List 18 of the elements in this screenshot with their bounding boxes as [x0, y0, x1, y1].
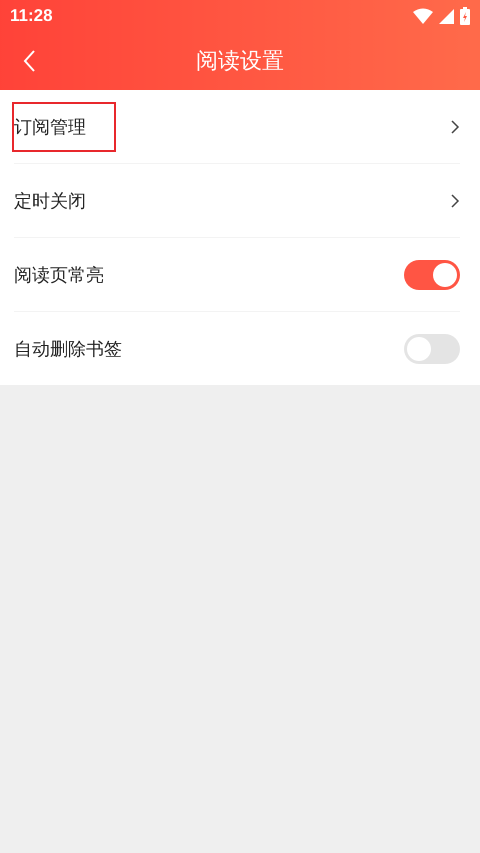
settings-row[interactable]: 自动删除书签 — [14, 312, 460, 385]
settings-row[interactable]: 阅读页常亮 — [14, 238, 460, 312]
chevron-right-icon — [451, 120, 460, 134]
setting-label: 定时关闭 — [13, 190, 87, 214]
setting-label: 阅读页常亮 — [13, 264, 105, 288]
setting-label: 订阅管理 — [12, 102, 116, 152]
status-time: 11:28 — [10, 6, 53, 26]
page-title: 阅读设置 — [196, 48, 284, 76]
setting-label: 自动删除书签 — [13, 338, 123, 362]
wifi-icon — [413, 8, 433, 24]
battery-icon — [460, 7, 470, 25]
chevron-right-icon — [451, 194, 460, 208]
settings-row[interactable]: 定时关闭 — [14, 164, 460, 238]
toggle-switch[interactable] — [404, 334, 460, 364]
toggle-switch[interactable] — [404, 260, 460, 290]
back-icon[interactable] — [22, 49, 36, 73]
signal-icon — [439, 8, 454, 24]
settings-row[interactable]: 订阅管理 — [14, 90, 460, 164]
